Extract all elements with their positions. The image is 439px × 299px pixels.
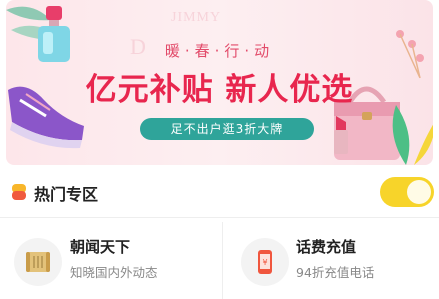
section-title: 热门专区 xyxy=(34,185,99,204)
scroll-icon xyxy=(14,238,62,286)
divider xyxy=(0,217,439,218)
card-subtitle: 94折充值电话 xyxy=(296,265,375,280)
banner-cta-button[interactable]: 足不出户逛3折大牌 xyxy=(140,118,314,140)
card-title: 朝闻天下 xyxy=(70,238,131,256)
hot-zone-header: 热门专区 xyxy=(0,172,439,212)
svg-text:¥: ¥ xyxy=(262,258,267,267)
lipstick-icon xyxy=(334,116,348,154)
banner-subtitle: 暖·春·行·动 xyxy=(164,42,275,60)
phone-topup-icon: ¥ xyxy=(241,238,289,286)
card-phone-topup[interactable]: ¥ 话费充值 94折充值电话 xyxy=(223,232,439,292)
toggle-knob xyxy=(407,180,431,204)
card-title: 话费充值 xyxy=(296,238,357,256)
card-news[interactable]: 朝闻天下 知晓国内外动态 xyxy=(0,232,222,292)
hot-zone-icon xyxy=(12,184,26,200)
banner-watermark: JIMMY xyxy=(171,10,222,25)
hot-zone-toggle[interactable] xyxy=(380,177,434,207)
banner-title: 亿元补贴 新人优选 xyxy=(85,72,354,108)
card-subtitle: 知晓国内外动态 xyxy=(70,265,158,280)
promo-banner[interactable]: JIMMY D 暖·春·行·动 亿元补贴 新人优选 足不出户逛3折大牌 xyxy=(6,0,433,165)
